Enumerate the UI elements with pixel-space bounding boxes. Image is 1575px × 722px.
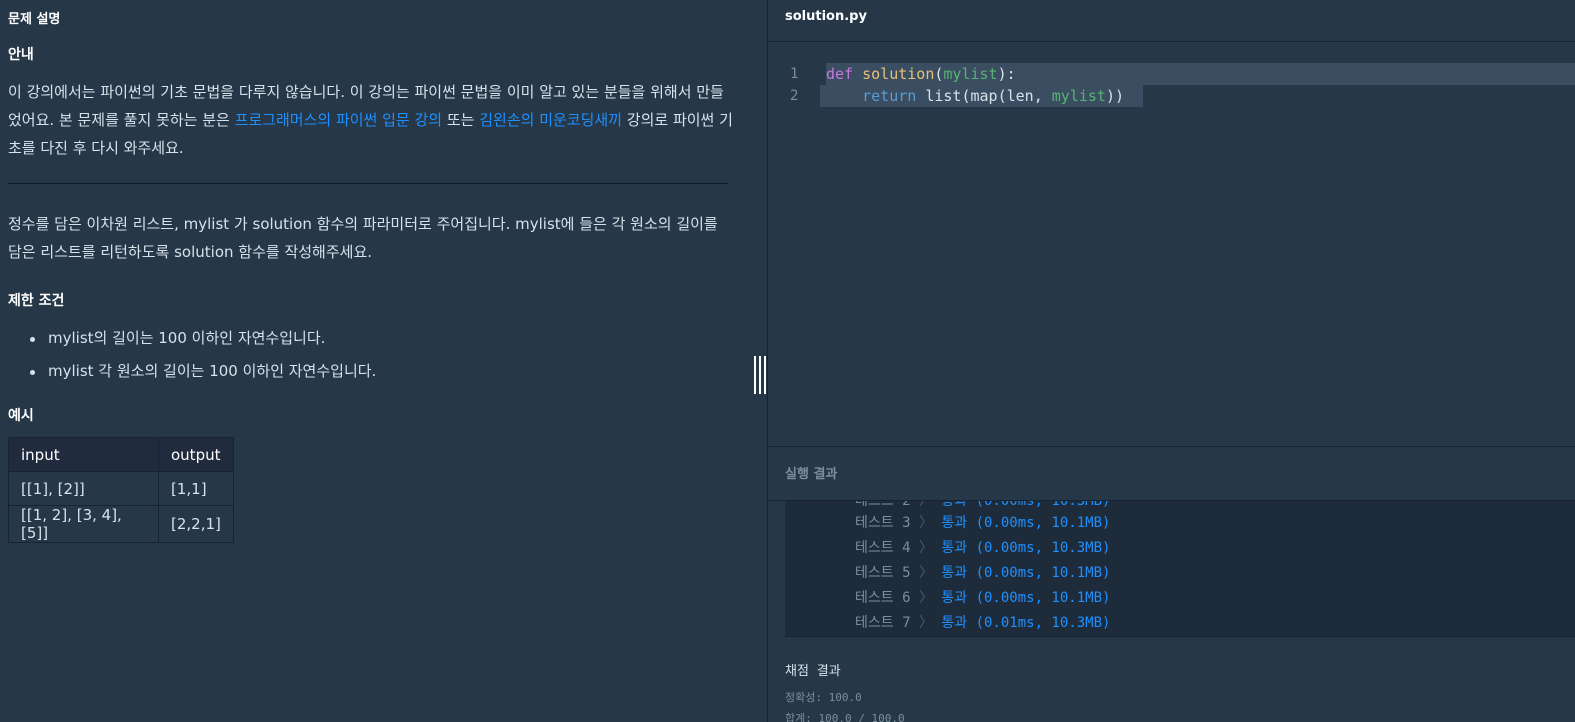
editor-tab-bar: solution.py	[768, 0, 1575, 42]
column-header-input: input	[8, 437, 159, 472]
problem-header-title: 문제 설명	[8, 12, 61, 27]
table-header-row: input output	[8, 437, 234, 472]
code-editor[interactable]: 1 def solution(mylist): 2 return list(ma…	[768, 43, 1575, 446]
test-result-row: 테스트 7 〉 통과 (0.01ms, 10.3MB)	[855, 615, 1111, 631]
condition-item: mylist의 길이는 100 이하인 자연수입니다.	[30, 322, 376, 355]
score-accuracy: 정확성: 100.0	[785, 691, 862, 704]
line-number: 1	[790, 66, 799, 82]
conditions-heading: 제한 조건	[8, 293, 65, 309]
test-result-row: 테스트 5 〉 통과 (0.00ms, 10.1MB)	[855, 565, 1111, 581]
example-heading: 예시	[8, 408, 34, 424]
vertical-resize-handle[interactable]	[754, 356, 766, 394]
python-intro-course-link[interactable]: 프로그래머스의 파이썬 입문 강의	[235, 111, 443, 129]
guide-text-part-2: 또는	[442, 111, 480, 129]
condition-text: mylist 각 원소의 길이는 100 이하인 자연수입니다.	[48, 362, 377, 380]
problem-description: 정수를 담은 이차원 리스트, mylist 가 solution 함수의 파라…	[8, 215, 718, 261]
example-table: input output [[1], [2]] [1,1] [[1, 2], […	[8, 437, 234, 543]
table-cell-input: [[1, 2], [3, 4], [5]]	[8, 505, 159, 543]
result-heading: 실행 결과	[785, 467, 838, 482]
section-divider	[8, 183, 728, 184]
test-result-row: 테스트 6 〉 통과 (0.00ms, 10.1MB)	[855, 590, 1111, 606]
test-result-row: 테스트 3 〉 통과 (0.00ms, 10.1MB)	[855, 515, 1111, 531]
code-text[interactable]: return list(map(len, mylist))	[826, 85, 1124, 107]
guide-heading: 안내	[8, 47, 34, 63]
score-heading: 채점 결과	[785, 664, 841, 679]
condition-text: mylist의 길이는 100 이하인 자연수입니다.	[48, 329, 326, 347]
bullet-icon	[30, 337, 35, 342]
code-line[interactable]: 2 return list(map(len, mylist))	[768, 85, 1575, 107]
ugly-coding-course-link[interactable]: 김왼손의 미운코딩새끼	[479, 111, 622, 129]
score-total: 합계: 100.0 / 100.0	[785, 712, 905, 722]
guide-text: 이 강의에서는 파이썬의 기초 문법을 다루지 않습니다. 이 강의는 파이썬 …	[8, 78, 736, 162]
table-row: [[1], [2]] [1,1]	[8, 471, 234, 506]
table-cell-output: [2,2,1]	[158, 505, 234, 543]
table-cell-input: [[1], [2]]	[8, 471, 159, 506]
test-result-list[interactable]: 테스트 2 〉 통과 (0.00ms, 10.3MB) 테스트 3 〉 통과 (…	[785, 501, 1575, 637]
table-row: [[1, 2], [3, 4], [5]] [2,2,1]	[8, 505, 234, 543]
condition-item: mylist 각 원소의 길이는 100 이하인 자연수입니다.	[30, 355, 376, 388]
file-tab-solution[interactable]: solution.py	[785, 9, 867, 24]
conditions-list: mylist의 길이는 100 이하인 자연수입니다. mylist 각 원소의…	[30, 322, 376, 388]
code-text[interactable]: def solution(mylist):	[826, 63, 1016, 85]
bullet-icon	[30, 370, 35, 375]
code-line[interactable]: 1 def solution(mylist):	[768, 63, 1575, 85]
editor-panel: solution.py 1 def solution(mylist): 2 re…	[768, 0, 1575, 722]
result-header: 실행 결과	[768, 447, 1575, 501]
line-number: 2	[790, 88, 799, 104]
problem-panel: 문제 설명 안내 이 강의에서는 파이썬의 기초 문법을 다루지 않습니다. 이…	[0, 0, 768, 722]
test-result-row: 테스트 4 〉 통과 (0.00ms, 10.3MB)	[855, 540, 1111, 556]
table-cell-output: [1,1]	[158, 471, 234, 506]
column-header-output: output	[158, 437, 234, 472]
